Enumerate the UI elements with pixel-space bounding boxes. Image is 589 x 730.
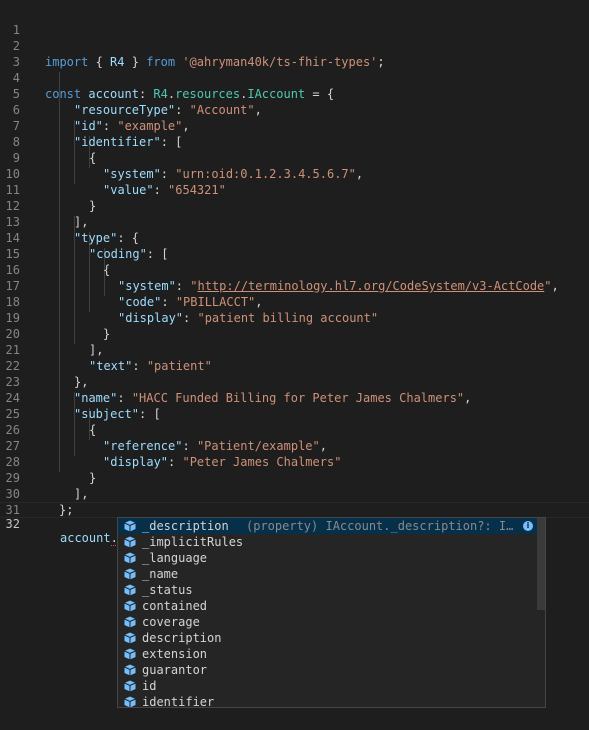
code-line[interactable]: 30 }; (0, 470, 589, 517)
identifier: account (60, 531, 111, 545)
line-number: 32 (5, 517, 20, 531)
code-line[interactable]: 20 ], (0, 310, 589, 357)
suggest-item[interactable]: extension (118, 646, 537, 662)
code-line[interactable]: 28 } (0, 438, 589, 485)
code-line[interactable]: 25 { (0, 390, 589, 437)
autocomplete-suggest-widget[interactable]: _description (property) IAccount._descri… (117, 517, 546, 708)
code-line[interactable]: 19 } (0, 294, 589, 341)
code-line[interactable]: 12 ], (0, 182, 589, 229)
suggest-label: _implicitRules (142, 535, 244, 549)
code-line[interactable]: 23 "name": "HACC Funded Billing for Pete… (0, 358, 589, 405)
suggest-label: _language (142, 551, 208, 565)
suggest-label: contained (142, 599, 208, 613)
suggest-item[interactable]: _status (118, 582, 537, 598)
code-line[interactable]: 17 "code": "PBILLACCT", (0, 262, 589, 309)
code-line[interactable]: 24 "subject": [ (0, 374, 589, 421)
property-cube-icon (124, 520, 136, 532)
code-line[interactable]: 5 "resourceType": "Account", (0, 70, 589, 117)
code-line[interactable]: 10 "value": "654321" (0, 150, 589, 197)
suggest-item-selected[interactable]: _description (property) IAccount._descri… (118, 518, 537, 534)
suggest-label: _name (142, 567, 179, 581)
suggest-label: _status (142, 583, 193, 597)
suggest-label: _description (142, 519, 229, 533)
property-cube-icon (124, 696, 136, 707)
suggest-item[interactable]: id (118, 678, 537, 694)
code-line[interactable]: 21 "text": "patient" (0, 326, 589, 373)
suggest-label: extension (142, 647, 208, 661)
property-cube-icon (124, 680, 136, 692)
suggest-item[interactable]: _name (118, 566, 537, 582)
code-text: account. (60, 531, 120, 546)
info-icon[interactable]: i (523, 521, 533, 531)
property-cube-icon (124, 648, 136, 660)
property-cube-icon (124, 616, 136, 628)
property-cube-icon (124, 552, 136, 564)
suggest-item[interactable]: _language (118, 550, 537, 566)
code-line[interactable]: 6 "id": "example", (0, 86, 589, 133)
code-line[interactable]: 27 "display": "Peter James Chalmers" (0, 422, 589, 469)
suggest-detail: (property) IAccount._description?: IE… (246, 519, 518, 533)
code-line[interactable]: 1 (0, 6, 589, 37)
suggest-label: guarantor (142, 663, 208, 677)
code-line[interactable]: 4 const account: R4.resources.IAccount =… (0, 54, 589, 101)
code-editor[interactable]: 1 2 import { R4 } from '@ahryman40k/ts-f… (0, 0, 589, 730)
property-cube-icon (124, 584, 136, 596)
suggest-item[interactable]: contained (118, 598, 537, 614)
suggest-item[interactable]: _implicitRules (118, 534, 537, 550)
code-line[interactable]: 22 }, (0, 342, 589, 389)
code-line[interactable]: 18 "display": "patient billing account" (0, 278, 589, 325)
code-line[interactable]: 14 "coding": [ (0, 214, 589, 261)
code-line[interactable]: 29 ], (0, 454, 589, 501)
code-line[interactable]: 9 "system": "urn:oid:0.1.2.3.4.5.6.7", (0, 134, 589, 181)
current-line[interactable]: 32 account. (0, 502, 589, 546)
code-line[interactable]: 2 import { R4 } from '@ahryman40k/ts-fhi… (0, 22, 589, 69)
code-line[interactable]: 3 (0, 38, 589, 69)
code-line[interactable]: 31 (0, 486, 589, 517)
property-cube-icon (124, 632, 136, 644)
property-cube-icon (124, 664, 136, 676)
code-line[interactable]: 16 "system": "http://terminology.hl7.org… (0, 246, 589, 293)
suggest-label: description (142, 631, 222, 645)
suggest-item[interactable]: identifier (118, 694, 537, 708)
code-line[interactable]: 7 "identifier": [ (0, 102, 589, 149)
code-line[interactable]: 11 } (0, 166, 589, 213)
suggest-item[interactable]: description (118, 630, 537, 646)
code-line[interactable]: 8 { (0, 118, 589, 165)
suggest-item[interactable]: guarantor (118, 662, 537, 678)
suggest-label: id (142, 679, 157, 693)
property-cube-icon (124, 568, 136, 580)
property-cube-icon (124, 536, 136, 548)
suggest-label: identifier (142, 695, 215, 708)
code-line[interactable]: 26 "reference": "Patient/example", (0, 406, 589, 453)
property-cube-icon (124, 600, 136, 612)
suggest-label: coverage (142, 615, 200, 629)
suggest-scrollbar[interactable] (537, 518, 545, 610)
suggest-item[interactable]: coverage (118, 614, 537, 630)
code-line[interactable]: 15 { (0, 230, 589, 277)
code-line[interactable]: 13 "type": { (0, 198, 589, 245)
